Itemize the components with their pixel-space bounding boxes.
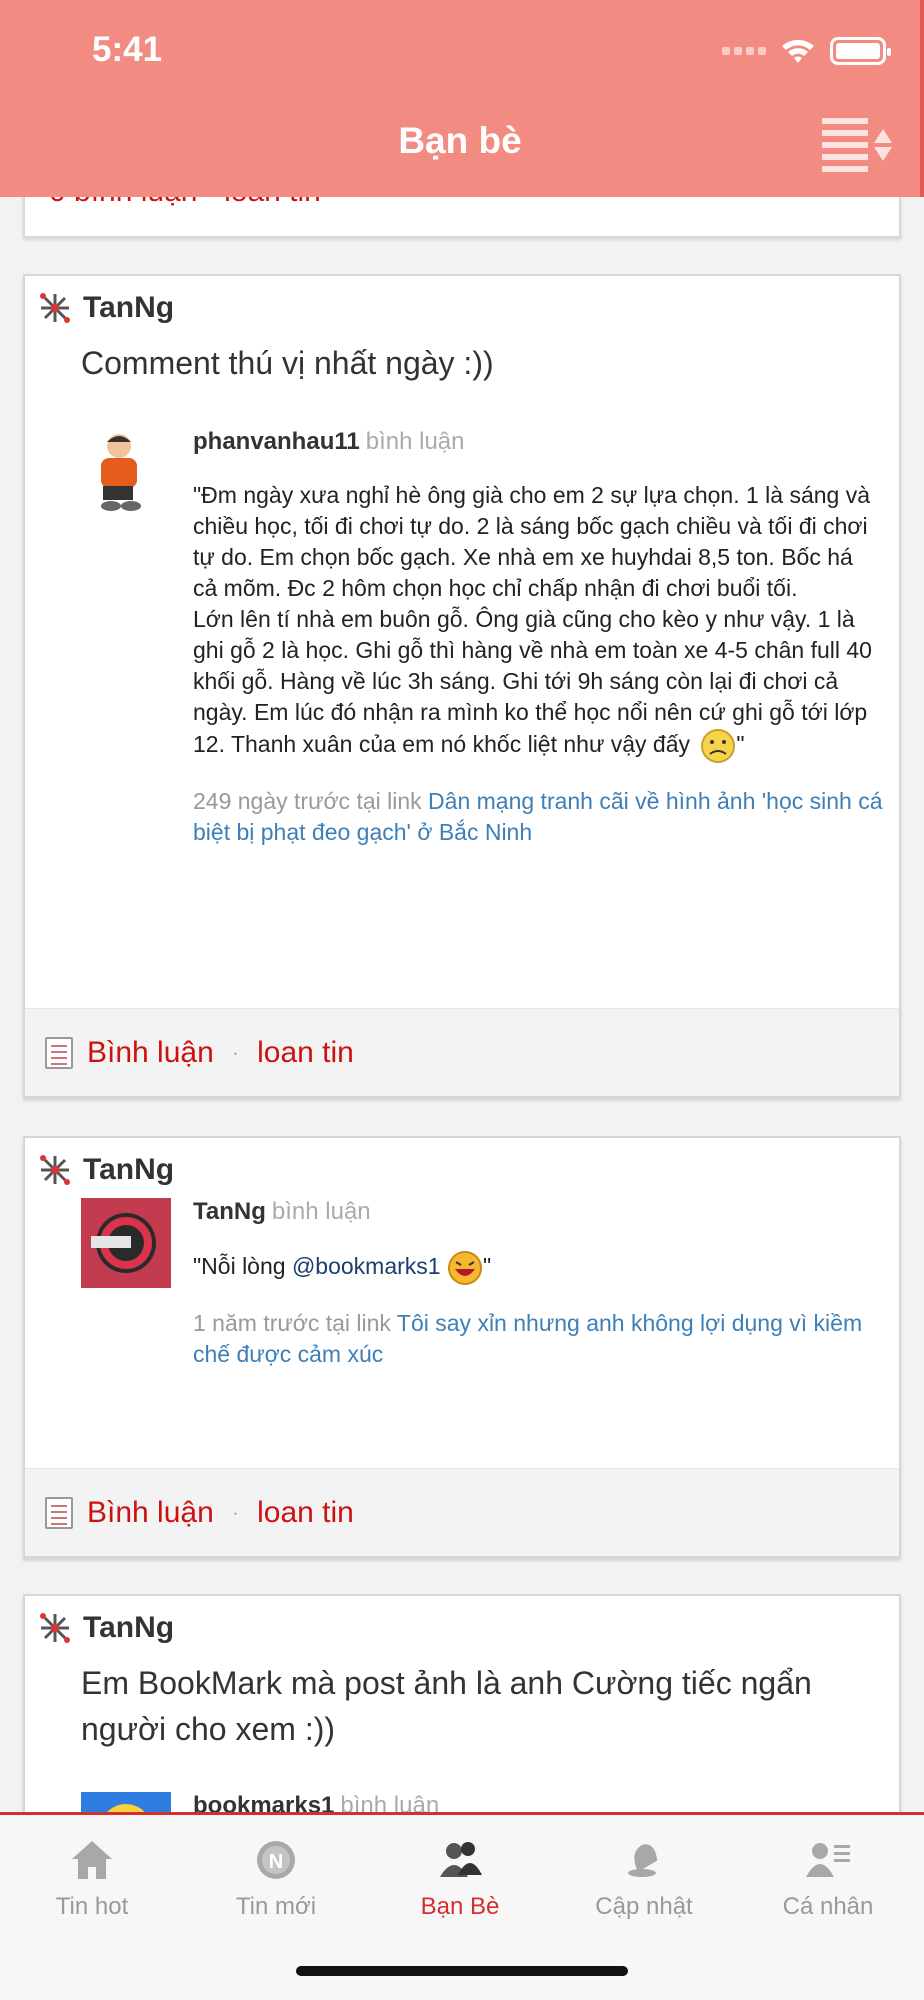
post-author[interactable]: TanNg — [37, 1610, 174, 1646]
comment-paragraph: Lớn lên tí nhà em buôn gỗ. Ông già cũng … — [193, 604, 883, 764]
laughing-emoji-icon — [447, 1251, 482, 1285]
wifi-icon — [782, 39, 814, 63]
comment-button[interactable]: Bình luận — [87, 1496, 214, 1530]
avatar[interactable] — [81, 428, 171, 518]
user-mention[interactable]: @bookmarks1 — [292, 1253, 441, 1279]
comment-block: phanvanhau11 bình luận "Đm ngày xưa nghỉ … — [193, 428, 883, 848]
comment-block: TanNg bình luận "Nỗi lòng @bookmarks1 " 1… — [193, 1198, 883, 1370]
post-card: TanNg Comment thú vị nhất ngày :)) phanv… — [23, 274, 901, 1098]
app-header: 5:41 Bạn bè — [0, 0, 924, 197]
comment-paragraph-text: Lớn lên tí nhà em buôn gỗ. Ông già cũng … — [193, 606, 872, 758]
tab-ban-be[interactable]: Bạn Bè — [368, 1815, 552, 1925]
comment-username[interactable]: TanNg — [193, 1198, 266, 1225]
comment-action: bình luận — [271, 1198, 371, 1225]
comment-time: 249 ngày trước tại link — [193, 788, 422, 814]
bell-icon — [628, 1844, 658, 1877]
share-button[interactable]: loan tin — [257, 1036, 354, 1070]
tab-label: Cập nhật — [595, 1893, 693, 1920]
share-button[interactable]: loan tin — [257, 1496, 354, 1530]
tab-label: Tin hot — [55, 1893, 129, 1920]
profile-icon — [806, 1843, 850, 1877]
author-name: TanNg — [83, 291, 175, 324]
list-icon — [822, 118, 868, 172]
tab-tin-hot[interactable]: Tin hot — [0, 1815, 184, 1925]
battery-icon — [830, 37, 891, 65]
sort-arrows-icon — [874, 129, 892, 161]
worried-emoji-icon — [701, 729, 736, 763]
page-title: Bạn bè — [398, 120, 522, 161]
comment-time: 1 năm trước tại link — [193, 1310, 391, 1336]
comment-meta: 1 năm trước tại link Tôi say xỉn nhưng a… — [193, 1308, 883, 1370]
post-author[interactable]: TanNg — [37, 1152, 174, 1188]
friends-icon — [440, 1842, 482, 1877]
comment-text: "Nỗi lòng @bookmarks1 " — [193, 1250, 883, 1286]
post-headline: Comment thú vị nhất ngày :)) — [81, 345, 494, 381]
author-name: TanNg — [83, 1153, 175, 1186]
comment-meta: 249 ngày trước tại link Dân mạng tranh c… — [193, 786, 883, 848]
comment-action: bình luận — [365, 428, 465, 455]
separator-dot: · — [231, 1499, 240, 1525]
cellular-signal-icon — [722, 47, 766, 55]
tab-tin-moi[interactable]: N Tin mới — [184, 1815, 368, 1925]
post-footer: Bình luận · loan tin — [25, 1008, 899, 1096]
tab-label: Tin mới — [235, 1893, 317, 1920]
post-footer: Bình luận · loan tin — [25, 1468, 899, 1556]
notepad-icon — [45, 1496, 73, 1529]
status-icons — [722, 34, 891, 68]
tab-label: Bạn Bè — [420, 1893, 500, 1920]
comment-username[interactable]: phanvanhau11 — [193, 428, 360, 455]
comment-paragraph: "Đm ngày xưa nghỉ hè ông già cho em 2 sự… — [193, 482, 871, 601]
friend-activity-icon — [40, 1613, 70, 1643]
post-headline: Em BookMark mà post ảnh là anh Cường tiế… — [81, 1665, 812, 1747]
post-author[interactable]: TanNg — [37, 290, 174, 326]
friend-activity-icon — [40, 293, 70, 323]
comment-close-quote: " — [736, 731, 745, 758]
sort-menu-button[interactable] — [822, 118, 902, 172]
avatar[interactable] — [81, 1198, 171, 1288]
comment-text: "Đm ngày xưa nghỉ hè ông già cho em 2 sự… — [193, 480, 883, 764]
svg-text:N: N — [269, 1851, 283, 1873]
friend-activity-icon — [40, 1155, 70, 1185]
notepad-icon — [45, 1036, 73, 1069]
status-time: 5:41 — [92, 30, 163, 69]
tab-cap-nhat[interactable]: Cập nhật — [552, 1815, 736, 1925]
new-badge-icon: N — [257, 1841, 295, 1879]
separator-dot: · — [231, 1039, 240, 1065]
tab-label: Cá nhân — [782, 1893, 874, 1920]
author-name: TanNg — [83, 1611, 175, 1644]
tab-ca-nhan[interactable]: Cá nhân — [736, 1815, 920, 1925]
home-icon — [72, 1841, 112, 1879]
comment-button[interactable]: Bình luận — [87, 1036, 214, 1070]
comment-text-prefix: "Nỗi lòng — [193, 1253, 286, 1280]
post-card: TanNg TanNg bình luận "Nỗi lòng @bookmark… — [23, 1136, 901, 1558]
comment-close-quote: " — [482, 1253, 492, 1280]
home-indicator — [296, 1966, 628, 1976]
